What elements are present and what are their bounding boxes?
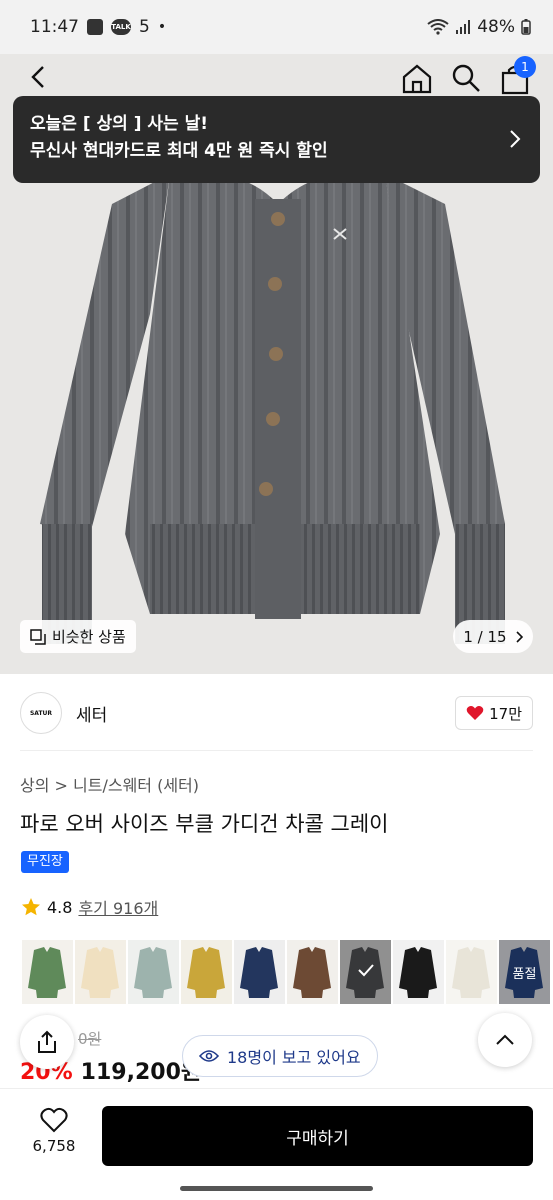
heart-filled-icon: [466, 706, 484, 720]
kakaotalk-icon: TALK: [111, 19, 131, 35]
cart-badge: 1: [514, 56, 536, 78]
variant-swatch: [293, 947, 331, 998]
color-variant-thumb[interactable]: [181, 940, 232, 1004]
wifi-icon: [427, 19, 449, 35]
color-variant-thumb[interactable]: [340, 940, 391, 1004]
wishlist-button[interactable]: 6,758: [27, 1107, 81, 1155]
color-variant-thumb[interactable]: [128, 940, 179, 1004]
similar-products-button[interactable]: 비슷한 상품: [20, 620, 136, 653]
brand-row[interactable]: SATUR 세터 17만: [20, 688, 533, 738]
share-button[interactable]: [20, 1015, 74, 1069]
share-icon: [38, 1030, 56, 1053]
variant-swatch: [452, 947, 490, 998]
bottom-action-bar: 6,758 구매하기: [0, 1088, 553, 1178]
variant-swatch: [81, 947, 119, 998]
viewers-pill: 18명이 보고 있어요: [182, 1035, 378, 1077]
promo-tag: 무진장: [21, 851, 69, 873]
brand-logo: SATUR: [20, 692, 62, 734]
variant-swatch: [187, 947, 225, 998]
color-variants: 품절: [22, 940, 550, 1004]
page-indicator: 1 / 15: [463, 627, 507, 646]
product-title: 파로 오버 사이즈 부클 가디건 차콜 그레이: [20, 812, 389, 836]
cart-button[interactable]: 1: [498, 56, 536, 96]
brand-like-button[interactable]: 17만: [455, 696, 533, 730]
scroll-top-button[interactable]: [478, 1013, 532, 1067]
status-bar: 11:47 TALK 5 • 48%: [0, 0, 553, 54]
chevron-up-icon: [496, 1034, 514, 1045]
soldout-label: 품절: [499, 940, 550, 1004]
heart-outline-icon: [40, 1107, 68, 1133]
brand-logo-text: SATUR: [29, 709, 53, 717]
variant-swatch: [134, 947, 172, 998]
rating-row[interactable]: 4.8 후기 916개: [21, 895, 158, 919]
gallery-icon: [87, 19, 103, 35]
color-variant-thumb[interactable]: [234, 940, 285, 1004]
home-icon[interactable]: [400, 62, 434, 96]
home-indicator: [180, 1186, 373, 1191]
search-icon[interactable]: [450, 62, 482, 94]
check-icon: [358, 964, 374, 977]
divider: [20, 750, 533, 751]
color-variant-thumb[interactable]: [287, 940, 338, 1004]
image-page-counter[interactable]: 1 / 15: [453, 620, 533, 653]
color-variant-thumb[interactable]: [75, 940, 126, 1004]
brand-like-count: 17만: [489, 704, 522, 723]
promo-banner[interactable]: 오늘은 [ 상의 ] 사는 날! 무신사 현대카드로 최대 4만 원 즉시 할인: [13, 96, 540, 183]
color-variant-thumb[interactable]: [22, 940, 73, 1004]
chevron-right-icon: [510, 130, 521, 148]
battery-icon: [521, 19, 531, 35]
variant-swatch: [28, 947, 66, 998]
clock: 11:47: [30, 17, 79, 37]
signal-icon: [456, 20, 471, 34]
rating-score: 4.8: [47, 897, 73, 917]
breadcrumb[interactable]: 상의 > 니트/스웨터 (세터): [20, 772, 199, 796]
color-variant-thumb[interactable]: 품절: [499, 940, 550, 1004]
wishlist-count: 6,758: [32, 1137, 76, 1155]
promo-line-1: 오늘은 [ 상의 ] 사는 날!: [30, 114, 209, 134]
variant-swatch: [240, 947, 278, 998]
top-nav: 1: [0, 54, 553, 100]
variant-swatch: [399, 947, 437, 998]
viewers-text: 18명이 보고 있어요: [227, 1048, 361, 1067]
star-icon: [22, 898, 40, 916]
similar-label: 비슷한 상품: [52, 628, 126, 646]
color-variant-thumb[interactable]: [393, 940, 444, 1004]
promo-line-2: 무신사 현대카드로 최대 4만 원 즉시 할인: [30, 141, 328, 161]
eye-icon: [199, 1050, 219, 1062]
original-price: 0원: [78, 1030, 102, 1048]
review-link[interactable]: 후기 916개: [78, 895, 158, 919]
brand-name: 세터: [76, 705, 108, 726]
back-icon[interactable]: [24, 62, 54, 92]
battery-percent: 48%: [477, 17, 515, 37]
color-variant-thumb[interactable]: [446, 940, 497, 1004]
similar-icon: [30, 628, 46, 645]
buy-button[interactable]: 구매하기: [102, 1106, 533, 1166]
chevron-right-icon: [516, 630, 523, 643]
notification-count: 5: [139, 17, 150, 37]
dot-icon: •: [157, 19, 167, 35]
